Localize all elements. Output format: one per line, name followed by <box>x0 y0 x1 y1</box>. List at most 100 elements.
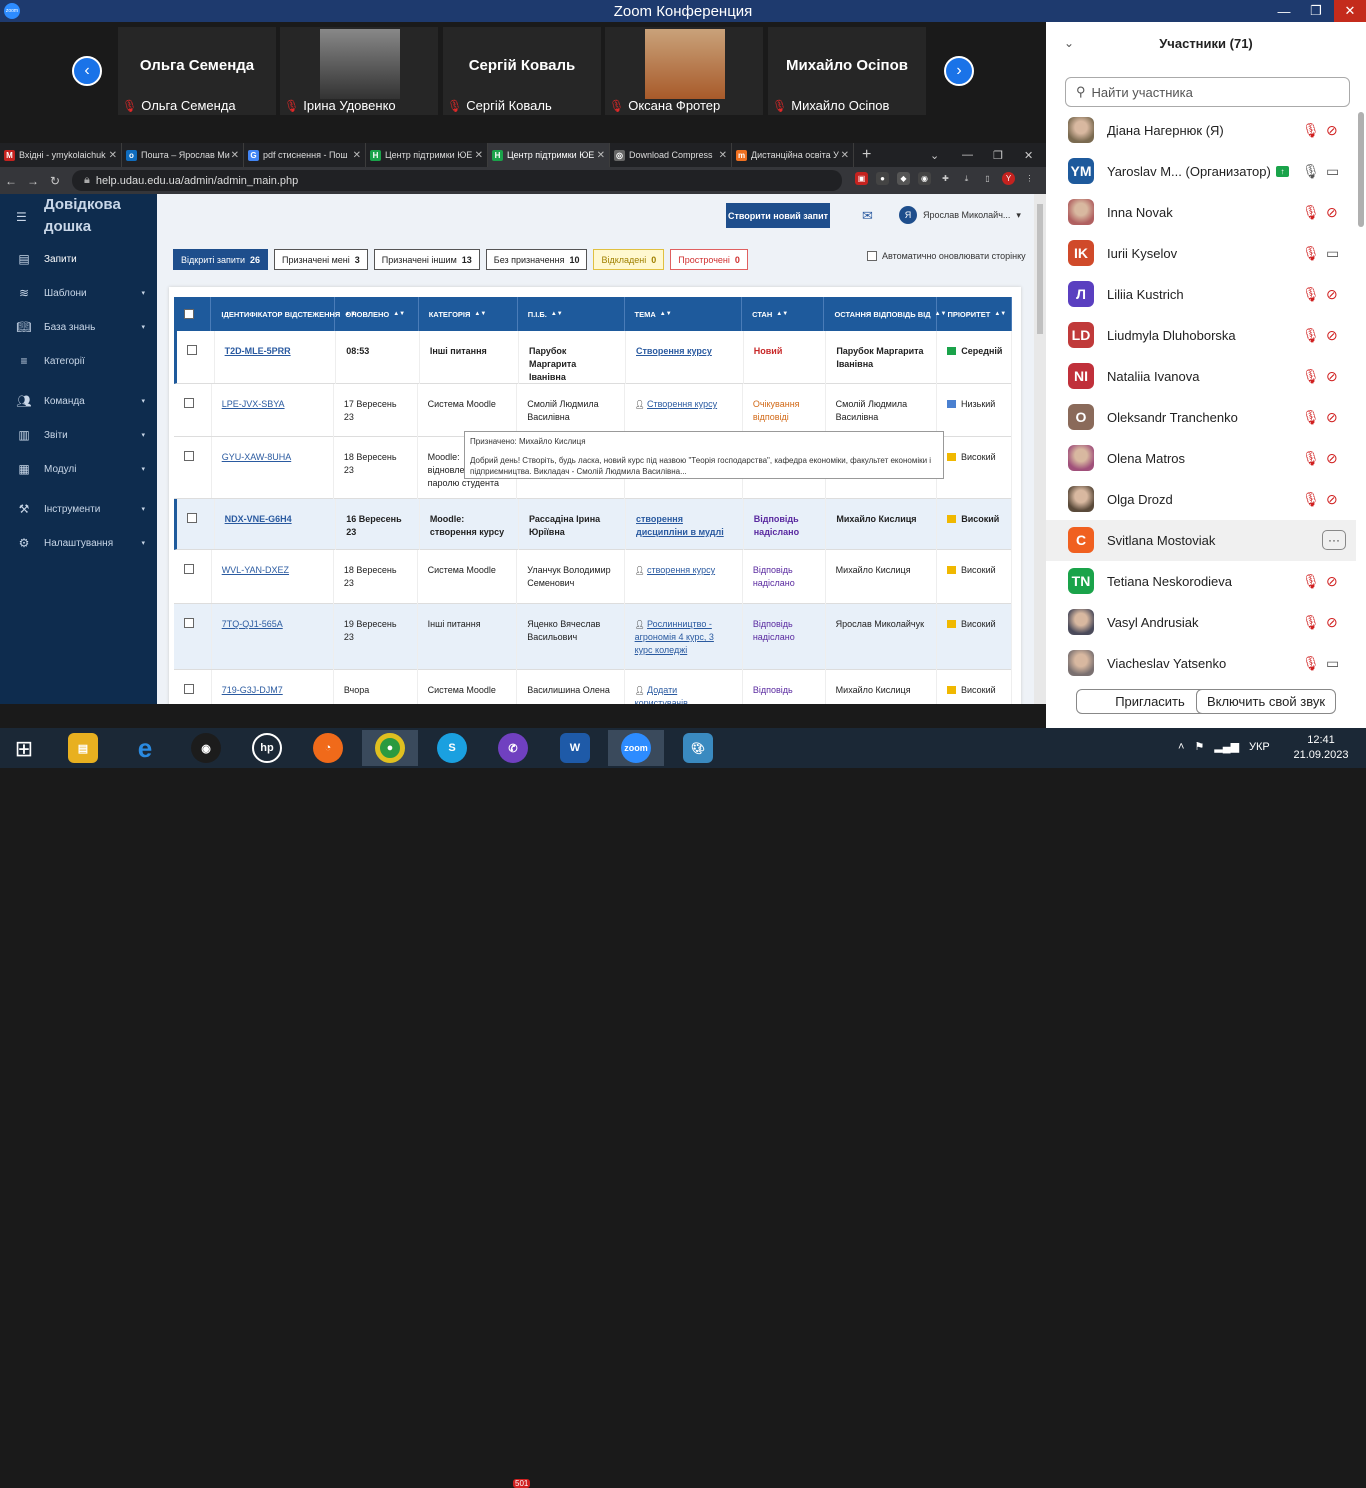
filter-button[interactable]: Відкладені 0 <box>593 249 665 270</box>
camera-off-icon[interactable]: ⊘ <box>1326 450 1338 467</box>
mic-muted-icon[interactable]: 🎙︎ <box>1302 409 1320 426</box>
column-header[interactable]: ОНОВЛЕНО ▲▼ <box>335 297 419 331</box>
participant-video-tile[interactable]: 🎙︎ Оксана Фротер <box>605 27 763 115</box>
mic-muted-icon[interactable]: 🎙︎ <box>1302 614 1320 631</box>
mic-muted-icon[interactable]: 🎙︎ <box>1302 204 1320 221</box>
participant-row[interactable]: TN Tetiana Neskorodieva 🎙︎ ⊘ <box>1046 561 1356 602</box>
mic-muted-icon[interactable]: 🎙︎ <box>1302 450 1320 467</box>
menu-icon[interactable]: ⋮ <box>1023 172 1036 185</box>
cell-id[interactable]: 719-G3J-DJM7 <box>212 670 334 704</box>
subject-link[interactable]: Створення курсу <box>636 346 712 356</box>
checkbox[interactable] <box>184 451 194 461</box>
hamburger-icon[interactable]: ☰ <box>16 210 28 224</box>
sidebar-item-settings[interactable]: ⚙ Налаштування ▾ <box>0 528 157 558</box>
cell-subject[interactable]: Створення курсу <box>626 331 744 384</box>
forward-icon[interactable]: → <box>22 174 44 188</box>
column-header[interactable]: ТЕМА ▲▼ <box>625 297 743 331</box>
mic-muted-icon[interactable]: 🎙︎ <box>1302 327 1320 344</box>
internet-explorer-icon[interactable]: e <box>117 730 173 766</box>
app-logo[interactable]: Довідкова дошка <box>44 194 121 238</box>
checkbox[interactable] <box>184 398 194 408</box>
table-row[interactable]: T2D-MLE-5PRR 08:53 Інші питання Парубок Мар… <box>174 331 1012 384</box>
browser-tab[interactable]: H Центр підтримки ЮЕ ✕ <box>488 143 610 167</box>
sidebar-item-reports[interactable]: ▥ Звіти ▾ <box>0 420 157 450</box>
maximize-button[interactable]: ❐ <box>1300 0 1332 22</box>
language-indicator[interactable]: УКР <box>1249 741 1270 753</box>
checkbox[interactable] <box>184 309 194 319</box>
cell-subject[interactable]: 👤︎ Додати користувачів <box>625 670 743 704</box>
participant-row[interactable]: C Svitlana Mostoviak ··· <box>1046 520 1356 561</box>
extension-icon[interactable]: ▣ <box>855 172 868 185</box>
table-row[interactable]: 719-G3J-DJM7 Вчора Система Moodle Василишин… <box>174 670 1012 704</box>
webcam-app-icon[interactable]: ◉ <box>178 730 234 766</box>
filter-button[interactable]: Призначені мені 3 <box>274 249 368 270</box>
browser-restore-button[interactable]: ❐ <box>993 149 1003 162</box>
participant-row[interactable]: YM Yaroslav M... (Организатор) ↑ 🎙︎ ▭ <box>1046 151 1356 192</box>
subject-link[interactable]: Рослинництво - агрономія 4 курс, 3 курс … <box>635 619 714 655</box>
checkbox[interactable] <box>184 618 194 628</box>
cell-id[interactable]: GYU-XAW-8UHA <box>212 437 334 499</box>
user-menu[interactable]: Я Ярослав Миколайч... ▾ <box>899 206 1021 224</box>
tab-list-icon[interactable]: ⌄ <box>930 149 939 162</box>
participant-row[interactable]: Olga Drozd 🎙︎ ⊘ <box>1046 479 1356 520</box>
tab-close-icon[interactable]: ✕ <box>353 150 361 161</box>
sort-icon[interactable]: ▲▼ <box>776 311 788 317</box>
mic-muted-icon[interactable]: 🎙︎ <box>1302 655 1320 672</box>
participant-search-input[interactable]: ⚲ Найти участника <box>1065 77 1350 107</box>
browser-tab[interactable]: o Пошта – Ярослав Ми ✕ <box>122 143 244 167</box>
camera-off-icon[interactable]: ⊘ <box>1326 368 1338 385</box>
participant-video-tile[interactable]: Ольга Семенда 🎙︎ Ольга Семенда <box>118 27 276 115</box>
sidebar-item-knowledge-base[interactable]: 📖︎ База знань ▾ <box>0 312 157 342</box>
url-input[interactable]: 🔒︎ help.udau.edu.ua/admin/admin_main.php <box>72 170 842 191</box>
cell-subject[interactable]: 👤︎ Створення курсу <box>625 384 743 437</box>
camera-off-icon[interactable]: ⊘ <box>1326 409 1338 426</box>
new-tab-button[interactable]: + <box>862 146 871 164</box>
participant-row[interactable]: NI Nataliia Ivanova 🎙︎ ⊘ <box>1046 356 1356 397</box>
browser-tab[interactable]: ◎ Download Compress ✕ <box>610 143 732 167</box>
mic-muted-icon[interactable]: 🎙︎ <box>1302 573 1320 590</box>
filter-button[interactable]: Без призначення 10 <box>485 249 588 270</box>
sidebar-item-templates[interactable]: ≋ Шаблони ▾ <box>0 278 157 308</box>
minimize-button[interactable]: — <box>1268 0 1300 22</box>
extension-icon[interactable]: ◉ <box>918 172 931 185</box>
camera-off-icon[interactable]: ⊘ <box>1326 491 1338 508</box>
participant-row[interactable]: Діана Нагернюк (Я) 🎙︎ ⊘ <box>1046 110 1356 151</box>
participant-video-tile[interactable]: Михайло Осіпов 🎙︎ Михайло Осіпов <box>768 27 926 115</box>
camera-off-icon[interactable]: ⊘ <box>1326 204 1338 221</box>
tab-close-icon[interactable]: ✕ <box>719 150 727 161</box>
sidebar-item-requests[interactable]: ▤ Запити <box>0 244 157 274</box>
auto-refresh-toggle[interactable]: Автоматично оновлювати сторінку <box>867 251 1026 261</box>
tab-close-icon[interactable]: ✕ <box>597 150 605 161</box>
file-explorer-icon[interactable]: ▤ <box>55 730 111 766</box>
tab-close-icon[interactable]: ✕ <box>231 150 239 161</box>
sort-icon[interactable]: ▲▼ <box>393 311 405 317</box>
camera-off-icon[interactable]: ⊘ <box>1326 286 1338 303</box>
participant-row[interactable]: Viacheslav Yatsenko 🎙︎ ▭ <box>1046 643 1356 684</box>
skype-icon[interactable]: S <box>424 730 480 766</box>
participant-row[interactable]: Olena Matros 🎙︎ ⊘ <box>1046 438 1356 479</box>
table-row[interactable]: 7TQ-QJ1-565A 19 Вересень 23 Інші питання Яц… <box>174 604 1012 670</box>
sort-icon[interactable]: ▲▼ <box>994 311 1006 317</box>
mic-muted-icon[interactable]: 🎙︎ <box>1302 286 1320 303</box>
profile-icon[interactable]: Y <box>1002 172 1015 185</box>
table-row[interactable]: LPE-JVX-SBYA 17 Вересень 23 Система Moodle… <box>174 384 1012 437</box>
extension-icon[interactable]: ● <box>876 172 889 185</box>
more-options-button[interactable]: ··· <box>1322 530 1346 550</box>
sort-icon[interactable]: ▲▼ <box>474 311 486 317</box>
table-row[interactable]: NDX-VNE-G6H4 16 Вересень 23 Moodle: створе… <box>174 499 1012 550</box>
start-icon[interactable]: ⊞ <box>10 736 38 761</box>
paint-icon[interactable]: 🎨︎ <box>670 730 726 766</box>
mic-muted-icon[interactable]: 🎙︎ <box>1302 122 1320 139</box>
table-row[interactable]: WVL-YAN-DXEZ 18 Вересень 23 Система Moodle… <box>174 550 1012 604</box>
column-header[interactable]: ОСТАННЯ ВІДПОВІДЬ ВІД ▲▼ <box>824 297 946 331</box>
camera-icon[interactable]: ▭ <box>1326 245 1339 262</box>
participant-row[interactable]: Inna Novak 🎙︎ ⊘ <box>1046 192 1356 233</box>
chrome-icon[interactable]: ● <box>362 730 418 766</box>
mic-muted-icon[interactable]: 🎙︎ <box>1302 245 1320 262</box>
tab-close-icon[interactable]: ✕ <box>475 150 483 161</box>
cell-id[interactable]: 7TQ-QJ1-565A <box>212 604 334 670</box>
flag-icon[interactable]: ⚑ <box>1194 740 1204 753</box>
column-header[interactable]: КАТЕГОРІЯ ▲▼ <box>419 297 518 331</box>
checkbox[interactable] <box>187 345 197 355</box>
sidebar-icon[interactable]: ▯ <box>981 172 994 185</box>
